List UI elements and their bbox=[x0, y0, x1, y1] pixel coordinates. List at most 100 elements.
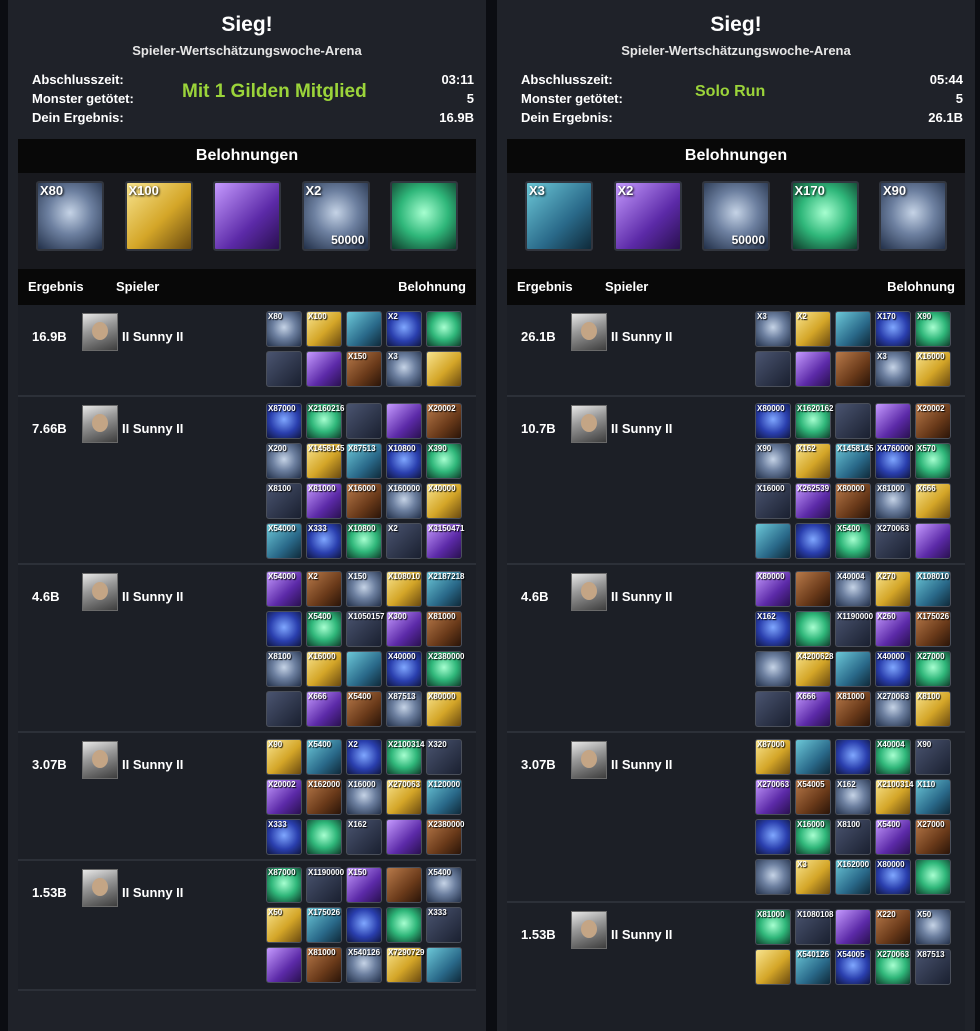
reward-cell-icon[interactable]: X27000 bbox=[915, 819, 951, 855]
reward-cell-icon[interactable]: X260 bbox=[875, 611, 911, 647]
reward-cell-icon[interactable] bbox=[755, 651, 791, 687]
reward-cell-icon[interactable]: X5400 bbox=[306, 739, 342, 775]
reward-cell-icon[interactable] bbox=[915, 859, 951, 895]
reward-cell-icon[interactable]: X108010 bbox=[386, 571, 422, 607]
reward-cell-icon[interactable]: X1050157 bbox=[346, 611, 384, 647]
reward-cell-icon[interactable]: X16000 bbox=[795, 819, 831, 855]
reward-cell-icon[interactable]: X87513 bbox=[386, 691, 422, 727]
reward-cell-icon[interactable]: X7290729 bbox=[386, 947, 424, 983]
reward-cell-icon[interactable]: X1620162 bbox=[795, 403, 833, 439]
reward-cell-icon[interactable]: X16000 bbox=[915, 351, 951, 387]
reward-cell-icon[interactable]: X5400 bbox=[835, 523, 871, 559]
reward-cell-icon[interactable]: X20002 bbox=[915, 403, 951, 439]
reward-cell-icon[interactable]: X80 bbox=[266, 311, 302, 347]
reward-cell-icon[interactable]: X3 bbox=[795, 859, 831, 895]
reward-cell-icon[interactable]: X87000 bbox=[755, 739, 791, 775]
reward-cell-icon[interactable]: X80000 bbox=[755, 571, 791, 607]
reward-cell-icon[interactable]: X40000 bbox=[386, 651, 422, 687]
reward-cell-icon[interactable]: X2 bbox=[386, 523, 422, 559]
reward-cell-icon[interactable] bbox=[346, 907, 382, 943]
reward-cell-icon[interactable] bbox=[835, 311, 871, 347]
reward-cell-icon[interactable]: X90 bbox=[915, 739, 951, 775]
reward-cell-icon[interactable] bbox=[426, 351, 462, 387]
reward-cell-icon[interactable]: X54000 bbox=[266, 523, 302, 559]
reward-cell-icon[interactable]: X162 bbox=[795, 443, 831, 479]
reward-cell-icon[interactable]: X5400 bbox=[346, 691, 382, 727]
player-name[interactable]: II Sunny II bbox=[122, 329, 183, 344]
player-name[interactable]: II Sunny II bbox=[122, 421, 183, 436]
reward-cell-icon[interactable]: X162000 bbox=[835, 859, 871, 895]
reward-cell-icon[interactable]: X81000 bbox=[755, 909, 791, 945]
reward-cell-icon[interactable]: X2 bbox=[386, 311, 422, 347]
reward-cell-icon[interactable]: X50 bbox=[266, 907, 302, 943]
reward-cell-icon[interactable]: X262539 bbox=[795, 483, 831, 519]
reward-cell-icon[interactable] bbox=[386, 867, 422, 903]
reward-cell-icon[interactable]: X666 bbox=[306, 691, 342, 727]
reward-cell-icon[interactable]: X162 bbox=[346, 819, 382, 855]
reward-cell-icon[interactable] bbox=[835, 909, 871, 945]
reward-cell-icon[interactable]: X2100314 bbox=[386, 739, 424, 775]
reward-cell-icon[interactable] bbox=[426, 947, 462, 983]
reward-cell-icon[interactable]: X2100314 bbox=[875, 779, 913, 815]
reward-cell-icon[interactable]: X150 bbox=[346, 571, 382, 607]
reward-cell-icon[interactable] bbox=[875, 403, 911, 439]
reward-cell-icon[interactable]: X40004 bbox=[835, 571, 871, 607]
reward-cell-icon[interactable]: X87513 bbox=[346, 443, 382, 479]
reward-cell-icon[interactable]: X2380000 bbox=[426, 651, 464, 687]
reward-cell-icon[interactable] bbox=[795, 523, 831, 559]
reward-cell-icon[interactable]: X160000 bbox=[386, 483, 422, 519]
reward-cell-icon[interactable]: X162000 bbox=[306, 779, 342, 815]
reward-cell-icon[interactable]: X54005 bbox=[795, 779, 831, 815]
reward-cell-icon[interactable]: X27000 bbox=[915, 651, 951, 687]
reward-cell-icon[interactable] bbox=[426, 311, 462, 347]
reward-cell-icon[interactable] bbox=[835, 351, 871, 387]
reward-cell-icon[interactable]: X20002 bbox=[266, 779, 302, 815]
reward-cell-icon[interactable]: X40000 bbox=[426, 483, 462, 519]
reward-cell-icon[interactable]: X2187218 bbox=[426, 571, 464, 607]
reward-cell-icon[interactable]: X81000 bbox=[306, 483, 342, 519]
reward-cell-icon[interactable]: X320 bbox=[426, 739, 462, 775]
player-avatar[interactable] bbox=[571, 573, 607, 611]
reward-cell-icon[interactable]: X2 bbox=[795, 311, 831, 347]
reward-cell-icon[interactable]: X81000 bbox=[426, 611, 462, 647]
reward-cell-icon[interactable] bbox=[755, 949, 791, 985]
reward-cell-icon[interactable] bbox=[795, 611, 831, 647]
player-name[interactable]: II Sunny II bbox=[122, 589, 183, 604]
reward-cell-icon[interactable]: X16000 bbox=[755, 483, 791, 519]
reward-cell-icon[interactable]: X300 bbox=[386, 611, 422, 647]
player-name[interactable]: II Sunny II bbox=[122, 885, 183, 900]
reward-cell-icon[interactable]: X5400 bbox=[875, 819, 911, 855]
player-name[interactable]: II Sunny II bbox=[611, 421, 672, 436]
reward-cell-icon[interactable] bbox=[795, 739, 831, 775]
reward-cell-icon[interactable] bbox=[755, 691, 791, 727]
reward-cell-icon[interactable] bbox=[835, 739, 871, 775]
reward-cell-icon[interactable]: X220 bbox=[875, 909, 911, 945]
reward-cell-icon[interactable]: X90 bbox=[915, 311, 951, 347]
reward-cell-icon[interactable]: X4200628 bbox=[795, 651, 833, 687]
reward-cell-icon[interactable]: X1190000 bbox=[835, 611, 873, 647]
reward-cell-icon[interactable]: X162 bbox=[835, 779, 871, 815]
reward-cell-icon[interactable] bbox=[306, 351, 342, 387]
player-name[interactable]: II Sunny II bbox=[611, 927, 672, 942]
reward-cell-icon[interactable]: X270063 bbox=[755, 779, 791, 815]
reward-cell-icon[interactable] bbox=[915, 523, 951, 559]
reward-cell-icon[interactable]: X390 bbox=[426, 443, 462, 479]
reward-item-icon[interactable]: 50000 bbox=[702, 181, 770, 251]
reward-cell-icon[interactable]: X1458145 bbox=[306, 443, 344, 479]
reward-cell-icon[interactable]: X270063 bbox=[875, 523, 911, 559]
reward-cell-icon[interactable] bbox=[755, 351, 791, 387]
reward-cell-icon[interactable]: X3 bbox=[875, 351, 911, 387]
reward-cell-icon[interactable]: X81000 bbox=[875, 483, 911, 519]
reward-cell-icon[interactable]: X20002 bbox=[426, 403, 462, 439]
reward-cell-icon[interactable] bbox=[835, 403, 871, 439]
reward-cell-icon[interactable]: X40004 bbox=[875, 739, 911, 775]
player-avatar[interactable] bbox=[82, 741, 118, 779]
reward-cell-icon[interactable]: X3150471 bbox=[426, 523, 464, 559]
reward-cell-icon[interactable]: X200 bbox=[266, 443, 302, 479]
player-name[interactable]: II Sunny II bbox=[611, 329, 672, 344]
reward-cell-icon[interactable]: X1190000 bbox=[306, 867, 344, 903]
reward-cell-icon[interactable]: X2 bbox=[346, 739, 382, 775]
reward-cell-icon[interactable]: X270 bbox=[875, 571, 911, 607]
reward-cell-icon[interactable]: X87000 bbox=[266, 403, 302, 439]
reward-cell-icon[interactable]: X80000 bbox=[755, 403, 791, 439]
